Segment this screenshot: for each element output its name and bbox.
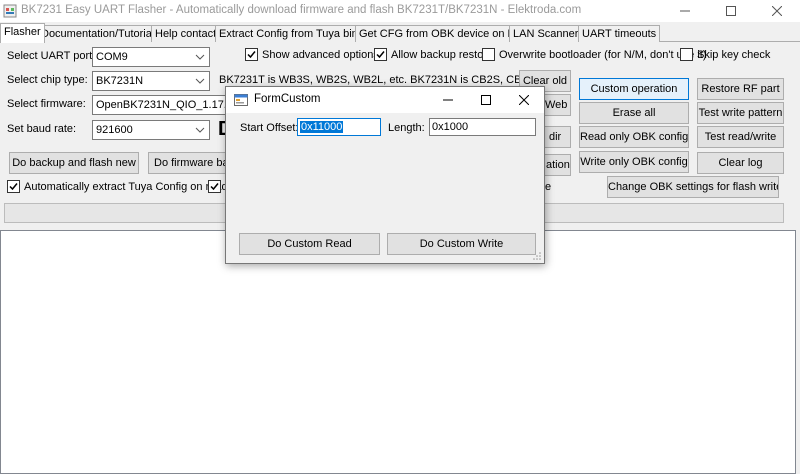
do-custom-write-button[interactable]: Do Custom Write — [387, 233, 536, 255]
baud-rate-label: Set baud rate: — [7, 123, 77, 135]
uart-port-combo[interactable]: COM9 — [92, 47, 210, 67]
check-icon — [247, 51, 256, 59]
minimize-icon — [443, 99, 453, 101]
minimize-button[interactable] — [662, 0, 708, 22]
tab-strip: Flasher Documentation/Tutorials Help con… — [0, 23, 800, 43]
firmware-label: Select firmware: — [7, 98, 86, 110]
show-advanced-label: Show advanced options — [262, 48, 379, 61]
change-obk-settings-button[interactable]: Change OBK settings for flash write — [607, 176, 779, 198]
close-icon — [519, 95, 529, 105]
overwrite-bootloader-checkbox[interactable]: Overwrite bootloader (for N/M, don't use… — [482, 48, 707, 61]
length-label: Length: — [388, 122, 425, 134]
test-write-pattern-button[interactable]: Test write pattern — [697, 102, 784, 124]
checkbox-box — [680, 48, 693, 61]
chip-type-label: Select chip type: — [7, 74, 88, 86]
tab-documentation[interactable]: Documentation/Tutorials — [37, 25, 164, 42]
dir-button[interactable]: dir — [544, 126, 571, 148]
do-custom-read-button[interactable]: Do Custom Read — [239, 233, 380, 255]
dialog-close-button[interactable] — [505, 87, 543, 113]
app-icon — [3, 4, 17, 18]
resize-grip-icon[interactable] — [532, 251, 542, 261]
maximize-icon — [726, 6, 736, 16]
start-offset-input[interactable]: 0x11000 — [297, 118, 381, 136]
clear-log-button[interactable]: Clear log — [697, 152, 784, 174]
chevron-down-icon — [195, 54, 205, 60]
test-read-write-button[interactable]: Test read/write — [697, 126, 784, 148]
chip-note: BK7231T is WB3S, WB2S, WB2L, etc. BK7231… — [219, 74, 556, 86]
checkbox-box — [208, 180, 221, 193]
hidden-checkbox[interactable] — [208, 180, 225, 193]
allow-backup-checkbox[interactable]: Allow backup restore — [374, 48, 493, 61]
firmware-combo[interactable]: OpenBK7231N_QIO_1.17.111 — [92, 95, 232, 115]
maximize-icon — [481, 95, 491, 105]
tab-flasher[interactable]: Flasher — [0, 23, 45, 43]
dialog-titlebar: FormCustom — [226, 87, 544, 113]
tab-help-contact[interactable]: Help contact — [151, 25, 221, 42]
length-value: 0x1000 — [432, 121, 469, 133]
overwrite-bootloader-label: Overwrite bootloader (for N/M, don't use… — [499, 48, 707, 61]
tab-extract-config[interactable]: Extract Config from Tuya binary — [215, 25, 378, 42]
backup-flash-button[interactable]: Do backup and flash new — [9, 152, 139, 174]
baud-rate-value: 921600 — [96, 124, 133, 136]
show-advanced-checkbox[interactable]: Show advanced options — [245, 48, 379, 61]
form-custom-dialog: FormCustom Start Offset: 0x11000 Length:… — [225, 86, 545, 264]
baud-rate-combo[interactable]: 921600 — [92, 120, 210, 140]
check-icon — [376, 51, 385, 59]
start-offset-label: Start Offset: — [240, 122, 299, 134]
close-button[interactable] — [754, 0, 800, 22]
chip-type-value: BK7231N — [96, 75, 144, 87]
dialog-minimize-button[interactable] — [429, 87, 467, 113]
window-titlebar: BK7231 Easy UART Flasher - Automatically… — [0, 0, 800, 22]
dialog-title: FormCustom — [254, 93, 321, 105]
partial-e-text: e — [545, 181, 552, 193]
chip-type-combo[interactable]: BK7231N — [92, 71, 210, 91]
operation-button-partial[interactable]: ation — [544, 154, 571, 176]
auto-extract-label: Automatically extract Tuya Config on rea… — [24, 180, 228, 193]
uart-port-value: COM9 — [96, 51, 128, 63]
chevron-down-icon — [195, 78, 205, 84]
dialog-maximize-button[interactable] — [467, 87, 505, 113]
window-title: BK7231 Easy UART Flasher - Automatically… — [21, 4, 582, 16]
skip-key-checkbox[interactable]: Skip key check — [680, 48, 770, 61]
restore-rf-button[interactable]: Restore RF part — [697, 78, 784, 100]
length-input[interactable]: 0x1000 — [429, 118, 536, 136]
tab-lan-scanner[interactable]: LAN Scanner — [509, 25, 583, 42]
firmware-value: OpenBK7231N_QIO_1.17.111 — [96, 99, 232, 111]
check-icon — [9, 183, 18, 191]
form-icon — [234, 94, 248, 106]
maximize-button[interactable] — [708, 0, 754, 22]
auto-extract-checkbox[interactable]: Automatically extract Tuya Config on rea… — [7, 180, 228, 193]
uart-port-label: Select UART port: — [7, 50, 96, 62]
start-offset-value: 0x11000 — [300, 121, 344, 133]
firmware-backup-button[interactable]: Do firmware back — [148, 152, 228, 174]
minimize-icon — [680, 10, 690, 12]
custom-operation-button[interactable]: Custom operation — [579, 78, 689, 100]
allow-backup-label: Allow backup restore — [391, 48, 494, 61]
checkbox-box — [7, 180, 20, 193]
checkbox-box — [482, 48, 495, 61]
tab-uart-timeouts[interactable]: UART timeouts — [578, 25, 661, 42]
read-only-obk-button[interactable]: Read only OBK config — [579, 126, 689, 148]
checkbox-box — [374, 48, 387, 61]
skip-key-label: Skip key check — [697, 48, 771, 61]
check-icon — [210, 183, 219, 191]
close-icon — [772, 6, 782, 16]
erase-all-button[interactable]: Erase all — [579, 102, 689, 124]
checkbox-box — [245, 48, 258, 61]
log-textbox[interactable] — [0, 230, 796, 474]
write-only-obk-button[interactable]: Write only OBK config — [579, 151, 689, 173]
chevron-down-icon — [195, 127, 205, 133]
tab-get-cfg-lan[interactable]: Get CFG from OBK device on LAN — [355, 25, 533, 42]
